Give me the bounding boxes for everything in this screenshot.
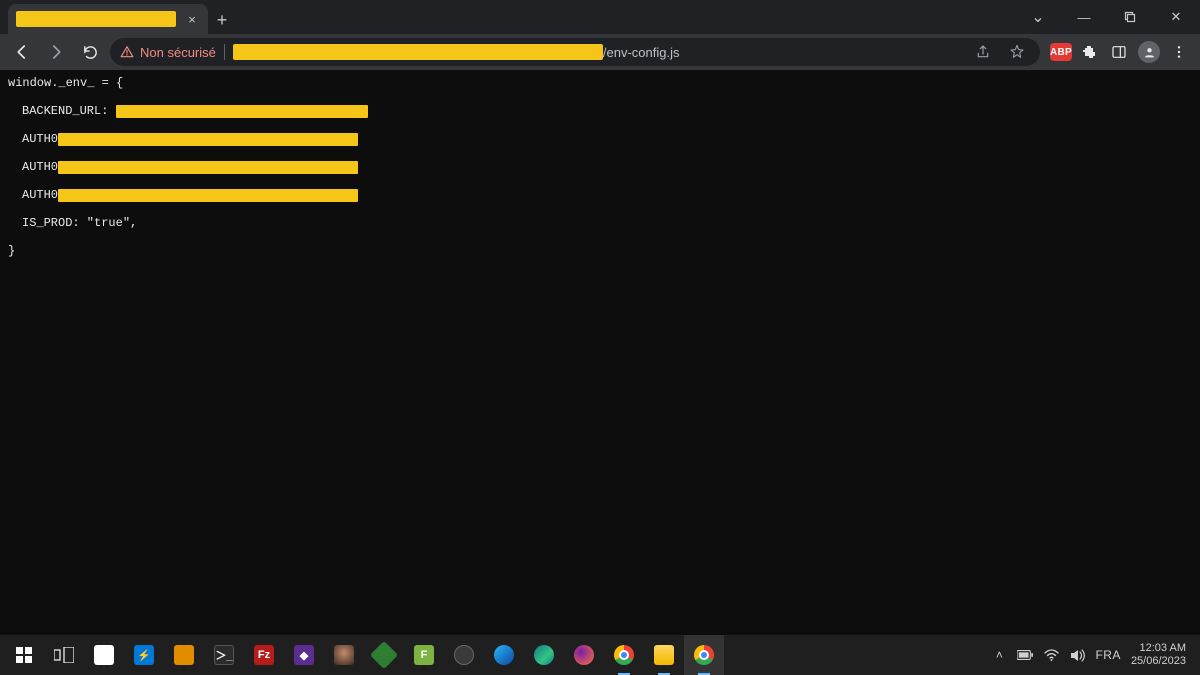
redacted-value bbox=[58, 161, 358, 174]
toolbar-right: ABP bbox=[1050, 39, 1192, 65]
obs-icon bbox=[454, 645, 474, 665]
task-view-icon bbox=[54, 647, 74, 663]
not-secure-indicator[interactable]: Non sécurisé bbox=[120, 45, 216, 60]
page-content: window._env_ = { BACKEND_URL: AUTH0 AUTH… bbox=[0, 70, 1200, 635]
browser-tab[interactable]: × bbox=[8, 4, 208, 34]
taskbar-app-visualstudio[interactable]: ◆ bbox=[284, 635, 324, 675]
clock-date: 25/06/2023 bbox=[1131, 655, 1186, 668]
share-button[interactable] bbox=[970, 39, 996, 65]
code-key-backend-url: BACKEND_URL: bbox=[22, 104, 108, 118]
side-panel-button[interactable] bbox=[1106, 39, 1132, 65]
redacted-value bbox=[58, 133, 358, 146]
reload-button[interactable] bbox=[76, 38, 104, 66]
source-code[interactable]: window._env_ = { BACKEND_URL: AUTH0 AUTH… bbox=[8, 76, 1192, 258]
taskbar-app-thunderbird[interactable] bbox=[484, 635, 524, 675]
taskbar-app-4[interactable] bbox=[364, 635, 404, 675]
code-key-auth0-2: AUTH0 bbox=[22, 160, 58, 174]
redacted-value bbox=[116, 105, 368, 118]
task-view-button[interactable] bbox=[44, 635, 84, 675]
code-key-auth0-1: AUTH0 bbox=[22, 132, 58, 146]
terminal-icon: ＞_ bbox=[214, 645, 234, 665]
tab-search-button[interactable]: ⌄ bbox=[1016, 2, 1060, 32]
browser-toolbar: Non sécurisé /env-config.js ABP bbox=[0, 34, 1200, 70]
folder-icon bbox=[654, 645, 674, 665]
browser-titlebar: × + ⌄ — ✕ bbox=[0, 0, 1200, 34]
not-secure-label: Non sécurisé bbox=[140, 45, 216, 60]
app-icon bbox=[334, 645, 354, 665]
taskbar-app-2[interactable] bbox=[164, 635, 204, 675]
visualstudio-icon: ◆ bbox=[294, 645, 314, 665]
redacted-value bbox=[58, 189, 358, 202]
app-icon bbox=[174, 645, 194, 665]
wifi-icon[interactable] bbox=[1043, 647, 1059, 663]
taskbar-app-obs[interactable] bbox=[444, 635, 484, 675]
url-display: /env-config.js bbox=[233, 44, 962, 60]
omnibox-separator bbox=[224, 44, 225, 60]
taskbar-app-filezilla[interactable]: Fz bbox=[244, 635, 284, 675]
clock-time: 12:03 AM bbox=[1131, 642, 1186, 655]
abp-extension-icon[interactable]: ABP bbox=[1050, 43, 1072, 61]
taskbar-app-chrome-1[interactable] bbox=[604, 635, 644, 675]
chrome-icon bbox=[694, 645, 714, 665]
extensions-button[interactable] bbox=[1076, 39, 1102, 65]
windows-taskbar: ⚡ ＞_ Fz ◆ F ˄ FRA 12:03 AM 25/06/2023 bbox=[0, 635, 1200, 675]
taskbar-app-3[interactable] bbox=[324, 635, 364, 675]
volume-icon[interactable] bbox=[1069, 647, 1085, 663]
url-path: /env-config.js bbox=[603, 45, 680, 60]
tab-close-button[interactable]: × bbox=[184, 11, 200, 27]
avatar-icon bbox=[1138, 41, 1160, 63]
code-line-isprod: IS_PROD: "true", bbox=[22, 216, 137, 230]
battery-icon[interactable] bbox=[1017, 647, 1033, 663]
code-key-auth0-3: AUTH0 bbox=[22, 188, 58, 202]
warning-icon bbox=[120, 45, 134, 59]
tab-title-redacted bbox=[16, 11, 176, 27]
taskbar-app-explorer[interactable] bbox=[644, 635, 684, 675]
taskbar-app-firefox[interactable] bbox=[564, 635, 604, 675]
profile-button[interactable] bbox=[1136, 39, 1162, 65]
taskbar-app-notepad[interactable] bbox=[84, 635, 124, 675]
taskbar-app-5[interactable]: F bbox=[404, 635, 444, 675]
bookmark-button[interactable] bbox=[1004, 39, 1030, 65]
forward-button[interactable] bbox=[42, 38, 70, 66]
app-icon: F bbox=[414, 645, 434, 665]
chrome-icon bbox=[614, 645, 634, 665]
start-button[interactable] bbox=[4, 635, 44, 675]
chrome-menu-button[interactable] bbox=[1166, 39, 1192, 65]
document-icon bbox=[94, 645, 114, 665]
windows-icon bbox=[16, 647, 32, 663]
system-tray: ˄ FRA 12:03 AM 25/06/2023 bbox=[991, 642, 1196, 668]
new-tab-button[interactable]: + bbox=[208, 6, 236, 34]
window-minimize-button[interactable]: — bbox=[1062, 2, 1106, 32]
edge-icon bbox=[534, 645, 554, 665]
taskbar-app-chrome-2[interactable] bbox=[684, 635, 724, 675]
app-icon bbox=[370, 641, 398, 669]
window-close-button[interactable]: ✕ bbox=[1154, 2, 1198, 32]
window-controls: ⌄ — ✕ bbox=[1016, 0, 1200, 34]
language-indicator[interactable]: FRA bbox=[1095, 648, 1121, 662]
app-icon: ⚡ bbox=[134, 645, 154, 665]
address-bar[interactable]: Non sécurisé /env-config.js bbox=[110, 38, 1040, 66]
clock[interactable]: 12:03 AM 25/06/2023 bbox=[1131, 642, 1186, 668]
url-host-redacted bbox=[233, 44, 603, 60]
window-maximize-button[interactable] bbox=[1108, 2, 1152, 32]
taskbar-app-terminal[interactable]: ＞_ bbox=[204, 635, 244, 675]
code-line-1: window._env_ = { bbox=[8, 76, 123, 90]
firefox-icon bbox=[574, 645, 594, 665]
code-line-end: } bbox=[8, 244, 15, 258]
thunderbird-icon bbox=[494, 645, 514, 665]
filezilla-icon: Fz bbox=[254, 645, 274, 665]
tray-overflow-button[interactable]: ˄ bbox=[991, 647, 1007, 663]
taskbar-app-1[interactable]: ⚡ bbox=[124, 635, 164, 675]
back-button[interactable] bbox=[8, 38, 36, 66]
taskbar-app-edge[interactable] bbox=[524, 635, 564, 675]
